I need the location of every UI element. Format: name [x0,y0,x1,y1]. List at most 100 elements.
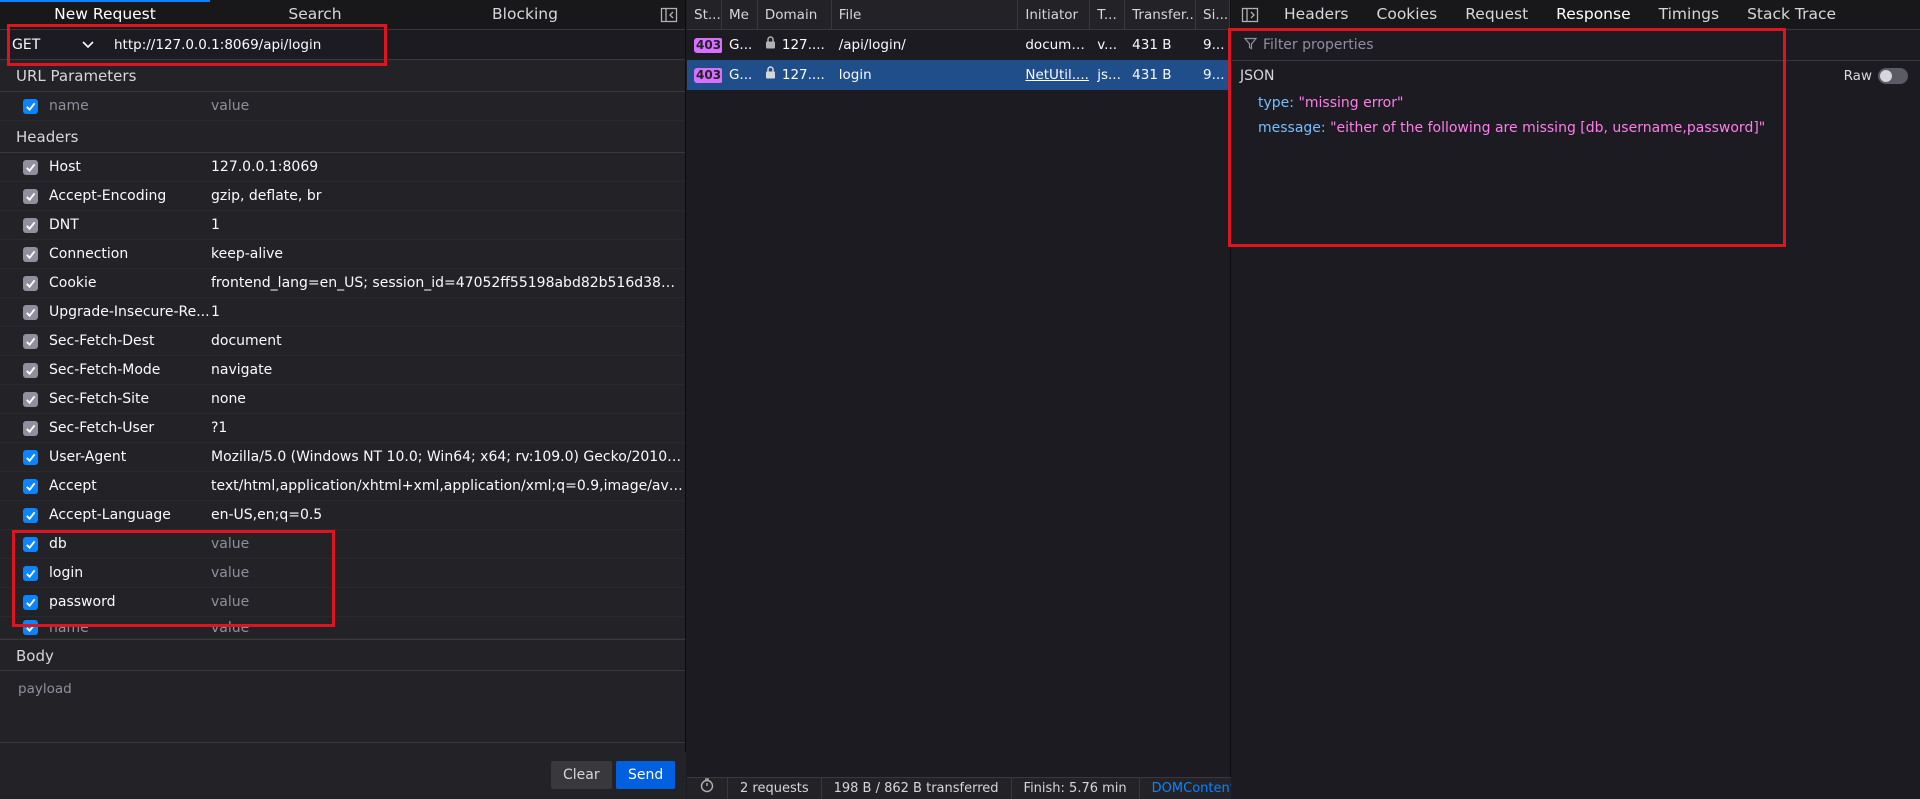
header-new-name-input[interactable]: name [49,620,211,636]
header-checkbox[interactable] [23,536,38,552]
type-cell: js... [1097,67,1121,83]
json-value: "either of the following are missing [db… [1330,120,1766,136]
header-value-input[interactable]: value [211,594,683,610]
col-file[interactable]: File [832,0,1019,30]
header-new-checkbox[interactable] [23,620,38,635]
header-name-input[interactable]: Sec-Fetch-User [49,420,211,436]
json-value: "missing error" [1298,95,1404,111]
tab-new-request[interactable]: New Request [0,0,210,29]
header-row: Sec-Fetch-User ?1 [0,414,685,443]
header-checkbox[interactable] [23,217,38,233]
json-property[interactable]: type: "missing error" [1232,91,1920,116]
header-checkbox[interactable] [23,420,38,436]
header-name-input[interactable]: Sec-Fetch-Dest [49,333,211,349]
raw-toggle-group: Raw [1844,68,1908,84]
header-value-input[interactable]: navigate [211,362,683,378]
header-value-input[interactable]: Mozilla/5.0 (Windows NT 10.0; Win64; x64… [211,449,683,465]
header-name-input[interactable]: Sec-Fetch-Site [49,391,211,407]
header-checkbox[interactable] [23,594,38,610]
toggle-panel-icon[interactable] [1240,5,1260,25]
header-value-input[interactable]: text/html,application/xhtml+xml,applicat… [211,478,683,494]
header-name-input[interactable]: Cookie [49,275,211,291]
header-row: Connection keep-alive [0,240,685,269]
request-row-selected[interactable]: 403 G... 127.... login NetUtil.... js...… [687,60,1230,90]
url-param-checkbox[interactable] [23,98,38,114]
collapse-sidebar-icon[interactable] [659,5,679,25]
header-name-input[interactable]: db [49,536,211,552]
header-checkbox[interactable] [23,333,38,349]
header-checkbox[interactable] [23,362,38,378]
header-name-input[interactable]: User-Agent [49,449,211,465]
header-value-input[interactable]: value [211,536,683,552]
header-name-input[interactable]: Accept-Encoding [49,188,211,204]
header-name-input[interactable]: Upgrade-Insecure-Re... [49,304,211,320]
header-name-input[interactable]: login [49,565,211,581]
json-property[interactable]: message: "either of the following are mi… [1232,116,1920,141]
request-count: 2 requests [728,778,822,799]
url-param-name-input[interactable]: name [49,98,211,114]
clear-button[interactable]: Clear [551,761,612,789]
col-transferred[interactable]: Transfer... [1125,0,1197,30]
header-name-input[interactable]: Host [49,159,211,175]
tab-stack-trace[interactable]: Stack Trace [1733,0,1850,29]
tab-timings[interactable]: Timings [1645,0,1733,29]
header-list: Host 127.0.0.1:8069 Accept-Encoding gzip, d… [0,153,685,617]
raw-toggle-switch[interactable] [1878,68,1908,84]
col-method[interactable]: Me [722,0,758,30]
header-name-input[interactable]: Accept-Language [49,507,211,523]
header-value-input[interactable]: en-US,en;q=0.5 [211,507,683,523]
request-row[interactable]: 403 G... 127.... /api/login/ docume... v… [687,30,1230,60]
col-status[interactable]: St... [687,0,722,30]
header-value-input[interactable]: ?1 [211,420,683,436]
header-value-input[interactable]: 127.0.0.1:8069 [211,159,683,175]
tab-search[interactable]: Search [210,0,420,29]
header-name-input[interactable]: Sec-Fetch-Mode [49,362,211,378]
header-value-input[interactable]: frontend_lang=en_US; session_id=47052ff5… [211,275,683,291]
url-input[interactable] [110,31,380,58]
header-name-input[interactable]: Connection [49,246,211,262]
body-textarea[interactable]: payload [0,671,685,743]
header-name-input[interactable]: password [49,594,211,610]
header-checkbox[interactable] [23,159,38,175]
header-checkbox[interactable] [23,304,38,320]
header-row: login value [0,559,685,588]
header-checkbox[interactable] [23,246,38,262]
send-button[interactable]: Send [616,761,676,789]
header-name-input[interactable]: DNT [49,217,211,233]
header-row: Sec-Fetch-Dest document [0,327,685,356]
header-checkbox[interactable] [23,507,38,523]
tab-request[interactable]: Request [1451,0,1542,29]
header-value-input[interactable]: gzip, deflate, br [211,188,683,204]
filter-properties-field[interactable]: Filter properties [1232,30,1920,61]
url-param-new-row: name value [0,92,685,121]
header-new-value-input[interactable]: value [211,620,683,636]
header-checkbox[interactable] [23,391,38,407]
stopwatch-icon[interactable] [687,778,728,799]
tab-blocking[interactable]: Blocking [420,0,630,29]
status-badge: 403 [694,67,722,83]
col-domain[interactable]: Domain [758,0,832,30]
header-value-input[interactable]: document [211,333,683,349]
header-name-input[interactable]: Accept [49,478,211,494]
header-checkbox[interactable] [23,449,38,465]
tab-response[interactable]: Response [1542,0,1646,30]
method-cell: G... [728,67,753,83]
header-value-input[interactable]: none [211,391,683,407]
col-type[interactable]: T... [1090,0,1126,30]
col-initiator[interactable]: Initiator [1018,0,1091,30]
header-checkbox[interactable] [23,188,38,204]
header-value-input[interactable]: keep-alive [211,246,683,262]
header-checkbox[interactable] [23,478,38,494]
tab-headers[interactable]: Headers [1270,0,1363,29]
header-checkbox[interactable] [23,275,38,291]
url-param-value-input[interactable]: value [211,98,683,114]
col-size[interactable]: Si... [1196,0,1230,30]
method-select[interactable]: GET [12,34,102,56]
header-value-input[interactable]: value [211,565,683,581]
initiator-link[interactable]: NetUtil.... [1018,60,1090,90]
header-value-input[interactable]: 1 [211,304,683,320]
tab-cookies[interactable]: Cookies [1363,0,1452,29]
header-value-input[interactable]: 1 [211,217,683,233]
details-tab-bar: Headers Cookies Request Response Timings… [1232,0,1920,30]
header-checkbox[interactable] [23,565,38,581]
